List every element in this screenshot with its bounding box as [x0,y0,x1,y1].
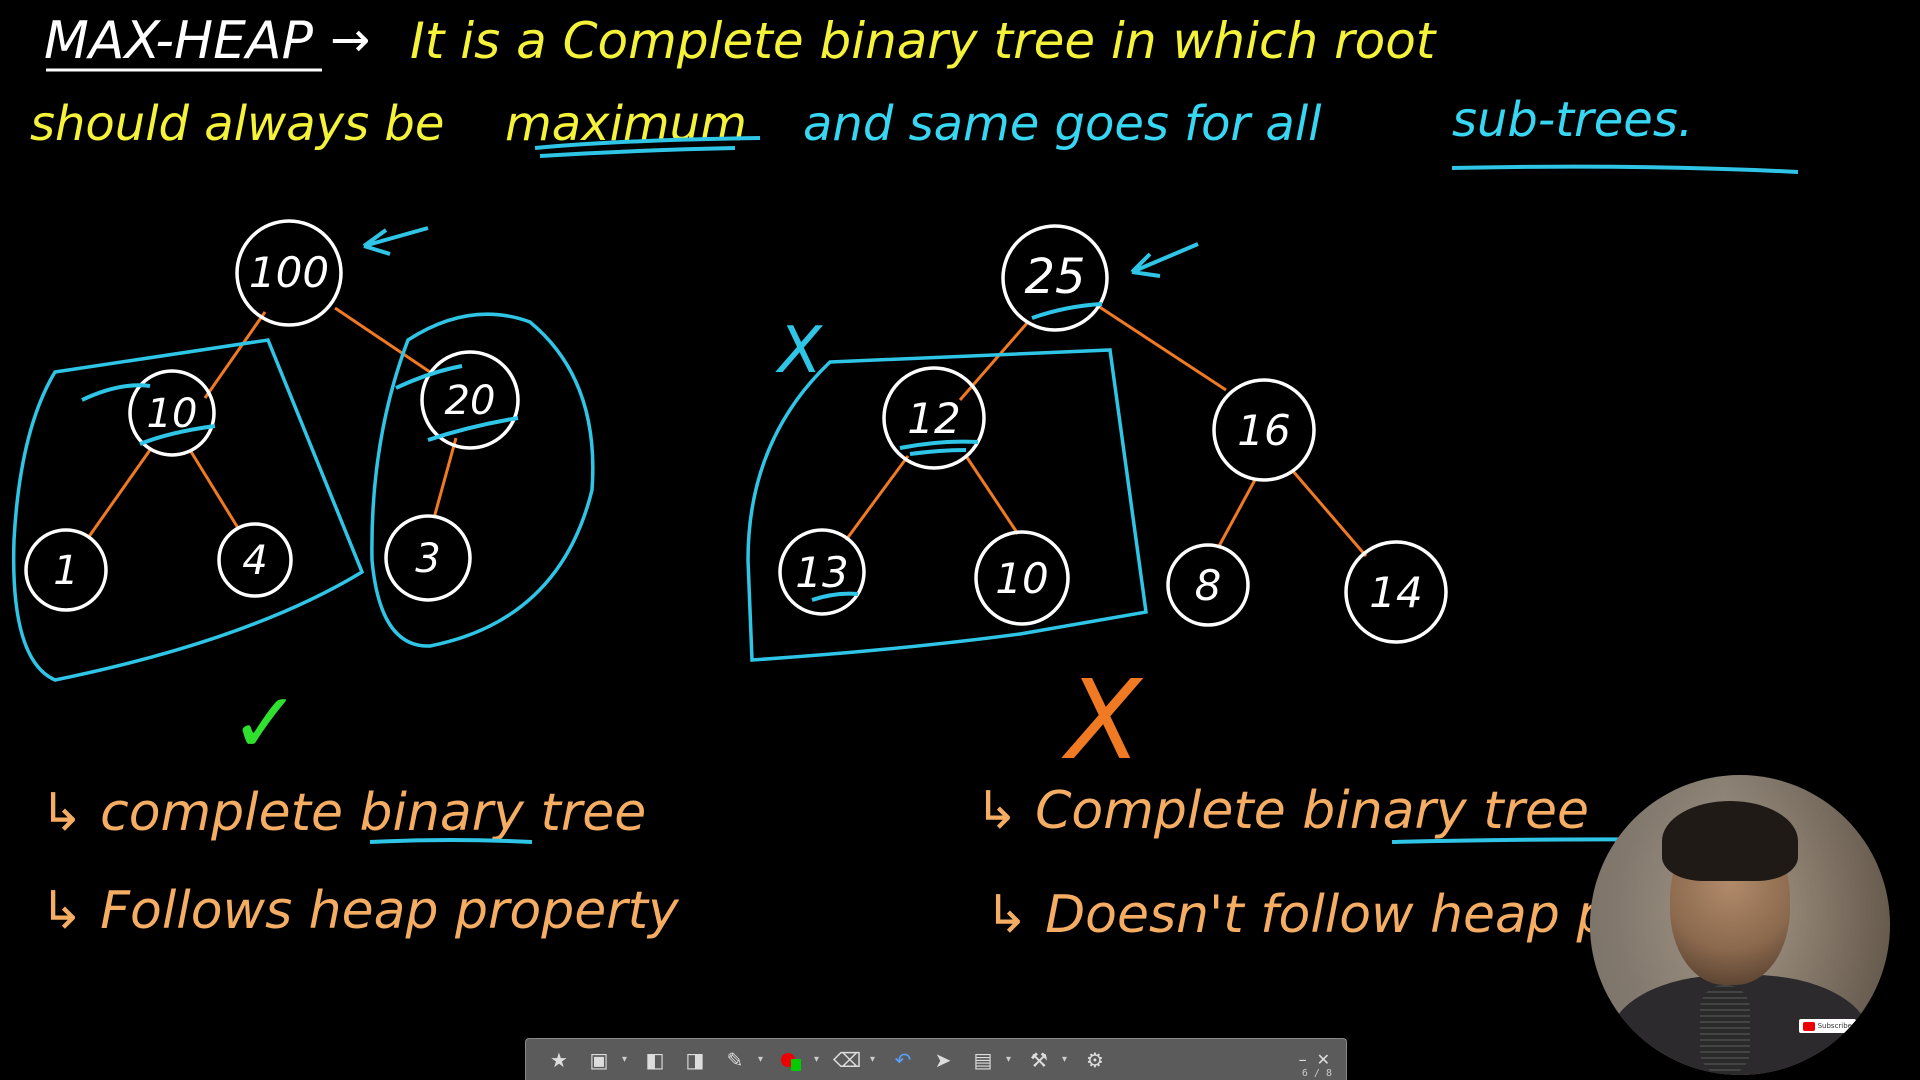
left-tree: 100 10 20 1 4 3 ✓ [11,219,595,772]
youtube-icon [1802,1021,1815,1031]
edge-100-20 [334,306,431,374]
minimize-button[interactable]: – [1299,1050,1307,1069]
edge-25-16 [1097,304,1227,392]
color-icon[interactable] [774,1045,808,1075]
left-tree-edges [86,306,458,539]
subtrees-underline [1451,164,1799,174]
subtree-cross-mark: X [775,314,823,388]
eraser-icon[interactable]: ⌫ [830,1045,864,1075]
node-10-right-label: 10 [995,554,1048,603]
edge-12-13 [844,455,910,541]
node-1-label: 1 [53,548,78,594]
settings-icon[interactable]: ⚙ [1078,1045,1112,1075]
node-3-label: 3 [415,536,440,582]
right-subtree-outline [370,312,595,648]
right-cross-mark: X [1061,656,1144,784]
presenter-hair [1662,801,1798,881]
left-check-mark: ✓ [230,674,300,772]
node-14-label: 14 [1369,568,1422,617]
left-bullet-2: ↳ Follows heap property [40,881,680,941]
node-20-label: 20 [445,378,496,424]
node-16-label: 16 [1237,406,1290,455]
color-dropdown[interactable]: ▾ [814,1054,824,1065]
node-12-highlight [899,439,979,456]
tools-icon[interactable]: ⚒ [1022,1045,1056,1075]
node-8-label: 8 [1195,561,1222,610]
pointer-icon[interactable]: ➤ [926,1045,960,1075]
left-binary-underline [369,838,533,844]
pen-dropdown[interactable]: ▾ [758,1054,768,1065]
edge-25-12 [958,321,1030,401]
webcam-overlay: Subscribe [1590,775,1890,1075]
save-dropdown[interactable]: ▾ [622,1054,632,1065]
left-root-pointer-arrow [362,226,429,256]
definition-line1: It is a Complete binary tree in which ro… [410,12,1438,70]
edge-16-8 [1216,477,1258,549]
edge-12-10 [964,455,1020,535]
whiteboard-toolbar: ★ ▣ ▾ ◧ ◨ ✎ ▾ ▾ ⌫ ▾ ↶ ➤ ▤ ▾ ⚒ ▾ ⚙ – ✕ 6 / 8 [525,1038,1347,1080]
pen-icon[interactable]: ✎ [718,1045,752,1075]
left-bullets: ↳ complete binary tree ↳ Follows heap pr… [40,783,680,941]
right-root-pointer-arrow [1130,242,1199,278]
edge-100-10 [203,311,267,399]
window-controls: – ✕ [1299,1050,1330,1069]
node-4-label: 4 [242,538,267,584]
left-bullet-1: ↳ complete binary tree [40,783,646,843]
max-heap-term: MAX-HEAP [44,11,314,71]
save-icon[interactable]: ▣ [582,1045,616,1075]
definition-word-subtrees: sub-trees. [1452,92,1693,148]
node-100-label: 100 [249,248,329,297]
heading: MAX-HEAP → It is a Complete binary tree … [30,11,1799,174]
edge-20-3 [432,437,458,519]
undo-icon[interactable]: ↶ [886,1045,920,1075]
background-dropdown[interactable]: ▾ [1006,1054,1016,1065]
definition-line2-mid: and same goes for all [803,96,1322,152]
page-indicator: 6 / 8 [1301,1068,1332,1079]
eraser-dropdown[interactable]: ▾ [870,1054,880,1065]
definition-line2-start: should always be [30,96,444,152]
subscribe-badge[interactable]: Subscribe [1798,1019,1856,1033]
right-tree: 25 12 16 13 10 8 14 X X [746,224,1448,784]
favorites-icon[interactable]: ★ [542,1045,576,1075]
edge-10-4 [188,449,240,529]
node-25-label: 25 [1024,249,1085,305]
definition-arrow: → [330,12,370,68]
node-12-label: 12 [907,394,960,443]
undo-page-icon[interactable]: ◧ [638,1045,672,1075]
close-button[interactable]: ✕ [1317,1050,1330,1069]
edge-10-1 [86,449,152,539]
microphone [1700,985,1750,1075]
background-icon[interactable]: ▤ [966,1045,1000,1075]
right-bullet-1: ↳ Complete binary tree [975,781,1589,841]
tools-dropdown[interactable]: ▾ [1062,1054,1072,1065]
node-13-label: 13 [795,548,848,597]
edge-16-14 [1290,469,1368,557]
redo-page-icon[interactable]: ◨ [678,1045,712,1075]
